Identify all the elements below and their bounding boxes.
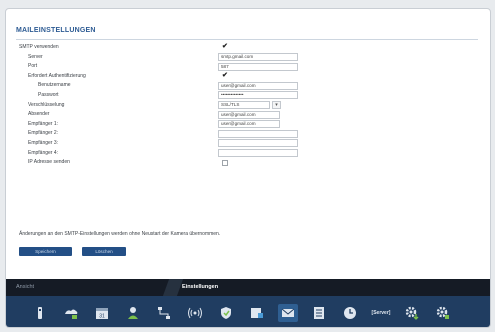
recipient-2-label: Empfänger 2: [28, 130, 59, 137]
gear-icon[interactable] [433, 304, 453, 322]
recipient-4-input[interactable] [218, 149, 298, 158]
server-label: Server [28, 53, 43, 60]
server-label[interactable]: [Server] [371, 304, 391, 322]
panel-title: MAILEINSTELLUNGEN [16, 27, 96, 34]
tab-divider [162, 279, 184, 296]
recipient-4-row: Empfänger 4: [16, 149, 478, 159]
encryption-row: Verschlüsselung SSL/TLS ▾ [16, 101, 478, 111]
password-label: Passwort [38, 91, 59, 98]
ip-address-row: IP Adresse senden [16, 158, 478, 168]
username-row: Benutzername user@gmail.com [16, 81, 478, 91]
auth-row: Erfordert Authentifizierung ✔ [16, 72, 478, 82]
smtp-use-row: SMTP verwenden ✔ [16, 43, 478, 53]
ip-address-label: IP Adresse senden [28, 159, 70, 166]
server-label-text: [Server] [371, 309, 391, 316]
title-divider [16, 39, 478, 40]
recipient-4-label: Empfänger 4: [28, 149, 59, 156]
sender-input[interactable]: user@gmail.com [218, 110, 280, 119]
smtp-use-label: SMTP verwenden [19, 44, 59, 50]
smtp-use-checkbox[interactable]: ✔ [222, 43, 228, 51]
chevron-down-icon[interactable]: ▾ [272, 101, 281, 110]
tab-bar: Ansicht Einstellungen [6, 279, 490, 296]
username-input[interactable]: user@gmail.com [218, 81, 298, 90]
settings-window: MAILEINSTELLUNGEN SMTP verwenden ✔ Serve… [5, 8, 491, 328]
auth-label: Erfordert Authentifizierung [28, 72, 86, 79]
tab-settings[interactable]: Einstellungen [182, 284, 218, 290]
gear-download-icon[interactable] [402, 304, 422, 322]
recipient-1-label: Empfänger 1: [28, 120, 59, 127]
recipient-2-input[interactable] [218, 129, 298, 138]
port-label: Port [28, 63, 38, 70]
shield-icon[interactable] [216, 304, 236, 322]
server-input[interactable]: smtp.gmail.com [218, 53, 298, 62]
svg-text:31: 31 [99, 313, 105, 319]
settings-icon-bar: 31 [Server] [6, 296, 490, 327]
username-label: Benutzername [38, 82, 71, 89]
wireless-icon[interactable] [185, 304, 205, 322]
network-nodes-icon[interactable] [154, 304, 174, 322]
auth-checkbox[interactable]: ✔ [222, 72, 228, 80]
camera-info-icon[interactable] [30, 304, 50, 322]
save-button[interactable]: Speichern [19, 247, 72, 256]
recipient-1-row: Empfänger 1: user@gmail.com [16, 120, 478, 130]
recipient-1-input[interactable]: user@gmail.com [218, 120, 280, 129]
encryption-label: Verschlüsselung [28, 101, 65, 108]
recipient-2-row: Empfänger 2: [16, 129, 478, 139]
mail-icon[interactable] [278, 303, 298, 322]
recipient-3-label: Empfänger 3: [28, 139, 59, 146]
network-icon[interactable] [61, 304, 81, 322]
delete-button[interactable]: Löschen [82, 247, 126, 256]
user-icon[interactable] [123, 304, 143, 322]
sender-label: Absender [28, 111, 50, 118]
port-row: Port 587 [16, 62, 478, 72]
clock-icon[interactable] [340, 304, 360, 322]
calendar-icon[interactable]: 31 [92, 304, 112, 322]
mail-settings-form: SMTP verwenden ✔ Server smtp.gmail.com P… [16, 43, 478, 168]
server-row: Server smtp.gmail.com [16, 53, 478, 63]
list-icon[interactable] [309, 304, 329, 322]
recipient-3-row: Empfänger 3: [16, 139, 478, 149]
info-note: Änderungen an den SMTP-Einstellungen wer… [19, 231, 221, 237]
password-row: Passwort •••••••••••••• [16, 91, 478, 101]
ip-address-checkbox[interactable] [222, 159, 228, 166]
port-input[interactable]: 587 [218, 62, 298, 71]
storage-icon[interactable] [247, 304, 267, 322]
encryption-select[interactable]: SSL/TLS [218, 101, 270, 110]
tab-view[interactable]: Ansicht [16, 284, 34, 290]
password-input[interactable]: •••••••••••••• [218, 91, 298, 100]
recipient-3-input[interactable] [218, 139, 298, 148]
sender-row: Absender user@gmail.com [16, 110, 478, 120]
